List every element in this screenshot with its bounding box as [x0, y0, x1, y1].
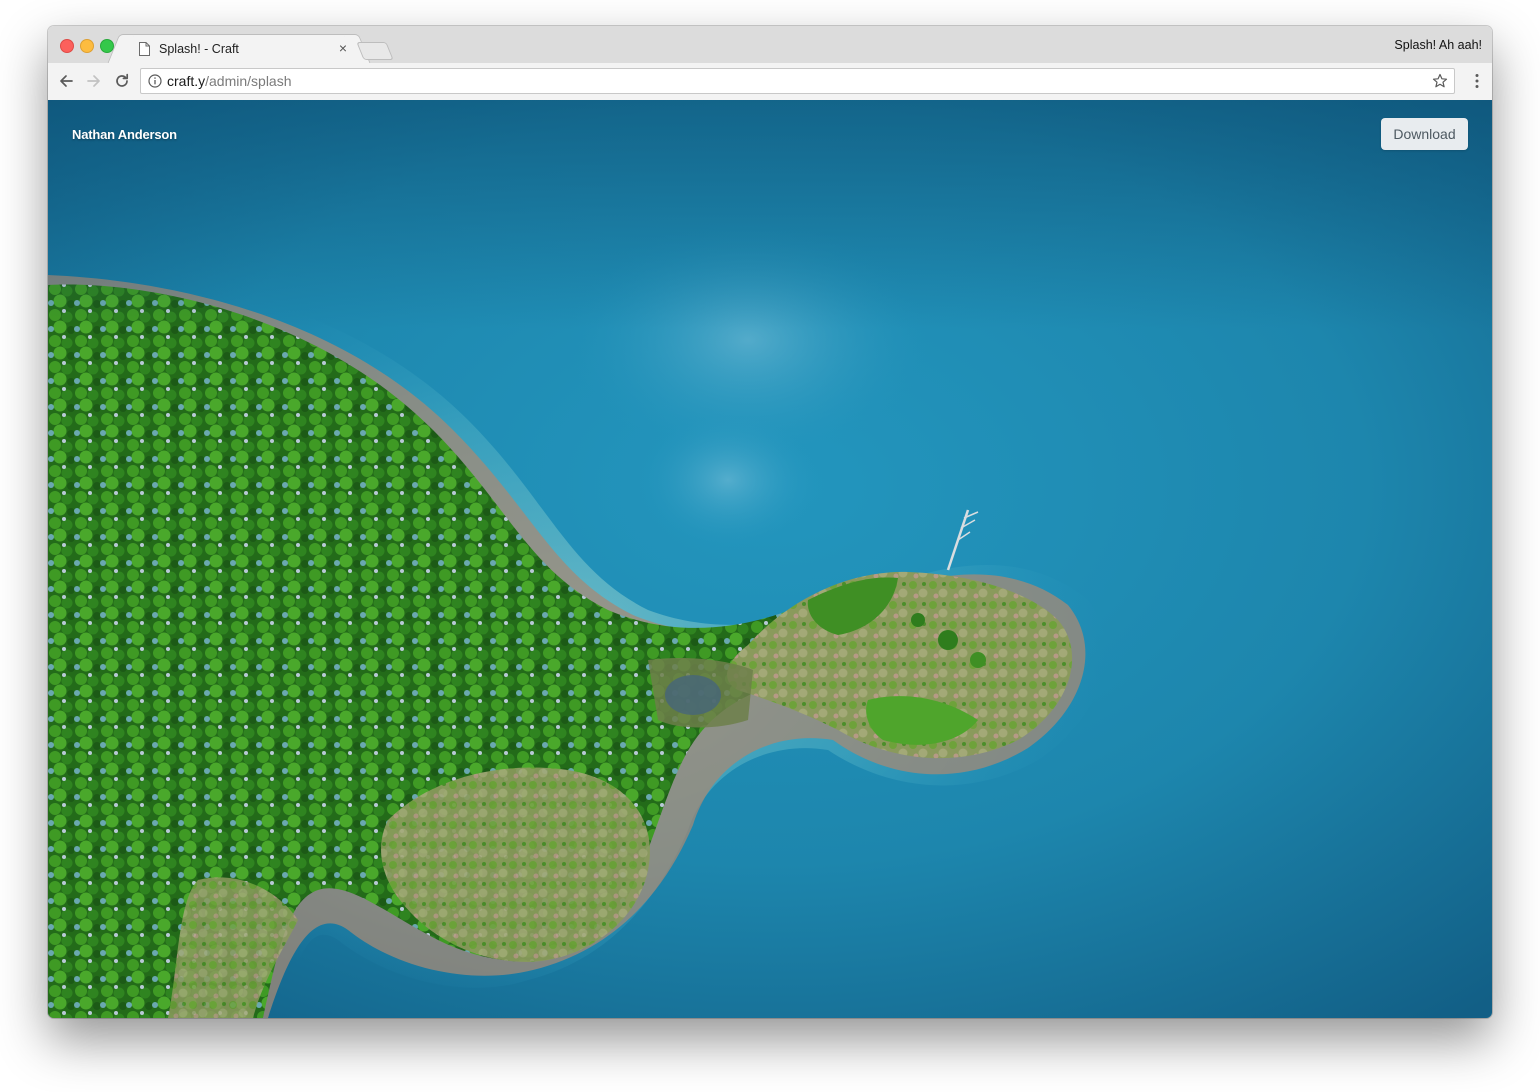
url-host: craft.y — [167, 73, 206, 89]
window-close-button[interactable] — [60, 39, 74, 53]
splash-page: Nathan Anderson Download — [48, 100, 1492, 1018]
browser-window: Splash! - Craft × Splash! Ah aah! craft.… — [48, 26, 1492, 1018]
star-icon[interactable] — [1432, 73, 1448, 89]
tab-splash-craft[interactable]: Splash! - Craft × — [120, 34, 358, 64]
tab-strip: Splash! - Craft × Splash! Ah aah! — [48, 26, 1492, 64]
url-text[interactable]: craft.y/admin/splash — [167, 73, 292, 89]
tab-title: Splash! - Craft — [159, 42, 239, 56]
back-arrow-icon[interactable] — [56, 71, 76, 91]
kebab-menu-icon[interactable] — [1474, 73, 1480, 89]
aerial-lake-photo — [48, 100, 1492, 1018]
window-minimize-button[interactable] — [80, 39, 94, 53]
tab-close-icon[interactable]: × — [335, 40, 351, 56]
reload-icon[interactable] — [112, 71, 132, 91]
info-icon[interactable] — [148, 74, 162, 88]
document-icon — [139, 42, 150, 56]
address-bar[interactable]: craft.y/admin/splash — [140, 68, 1455, 94]
profile-name[interactable]: Splash! Ah aah! — [1394, 38, 1482, 52]
browser-toolbar: craft.y/admin/splash — [48, 63, 1492, 101]
new-tab-button[interactable] — [356, 42, 394, 60]
forward-arrow-icon[interactable] — [84, 71, 104, 91]
url-path: /admin/splash — [205, 73, 292, 89]
download-button[interactable]: Download — [1381, 118, 1468, 150]
photographer-credit[interactable]: Nathan Anderson — [72, 127, 177, 142]
